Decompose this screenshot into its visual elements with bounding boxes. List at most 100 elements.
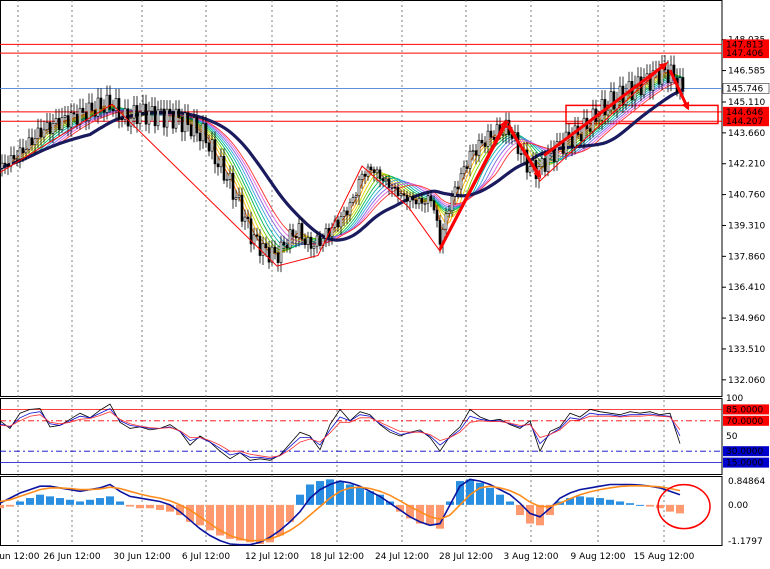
price-y-tick-label: 143.660 [728, 129, 765, 139]
candle-body [414, 199, 418, 205]
candle-body [39, 127, 43, 138]
candle-body [72, 112, 76, 115]
candle-body [168, 108, 172, 113]
candle-body [492, 136, 496, 140]
candle-body [279, 241, 283, 263]
candle-body [582, 117, 586, 141]
candle-body [384, 178, 388, 182]
candle-body [417, 198, 421, 205]
oscillator-panel-frame [0, 398, 723, 475]
macd-histogram-bar [656, 504, 664, 509]
candle-body [180, 117, 184, 133]
candle-body [564, 131, 568, 154]
candle-body [276, 252, 280, 263]
candle-body [273, 246, 277, 254]
price-y-tick-label: 140.760 [728, 191, 765, 201]
candle-body [597, 119, 601, 123]
candle-body [147, 110, 151, 125]
candle-body [264, 243, 268, 248]
chart-window: Jun 12:00 26 Jun 12:00 30 Jun 12:00 6 Jul 1… [0, 0, 770, 565]
price-y-tick-label: 139.310 [728, 221, 765, 231]
candle-body [213, 139, 217, 165]
macd-histogram-bar [156, 504, 164, 510]
candle-body [339, 216, 343, 228]
oscillator-level-label: 15.0000 [726, 459, 763, 469]
candle-body [300, 223, 304, 240]
x-tick-label: 15 Aug 12:00 [634, 552, 695, 562]
candle-body [126, 108, 130, 127]
candle-body [480, 139, 484, 144]
candle-body [156, 109, 160, 127]
candle-body [342, 210, 346, 217]
candle-body [612, 91, 616, 110]
candle-body [438, 220, 442, 245]
candle-body [69, 112, 73, 128]
macd-histogram-bar [146, 504, 154, 509]
candle-body [108, 94, 112, 110]
candle-body [162, 108, 166, 128]
candle-body [381, 178, 385, 182]
macd-histogram-bar [246, 504, 254, 543]
x-tick-label: 6 Jul 12:00 [182, 552, 231, 562]
candle-body [291, 229, 295, 237]
macd-histogram-bar [56, 498, 64, 505]
candle-body [411, 196, 415, 201]
macd-y-tick-label: 0.84864 [728, 477, 765, 487]
chart-svg: Jun 12:00 26 Jun 12:00 30 Jun 12:00 6 Jul 1… [0, 0, 770, 562]
macd-histogram-bar [236, 504, 244, 541]
candle-body [453, 186, 457, 197]
candle-body [3, 162, 7, 165]
candle-body [345, 210, 349, 216]
candle-body [189, 124, 193, 137]
candle-body [6, 164, 10, 167]
macd-histogram-bar [26, 498, 34, 505]
candle-body [216, 163, 220, 168]
candle-body [657, 70, 661, 85]
candle-body [192, 117, 196, 137]
candle-body [285, 244, 289, 249]
macd-histogram-bar [136, 504, 144, 509]
macd-histogram-bar [86, 499, 94, 505]
candle-body [111, 108, 115, 111]
candle-body [588, 128, 592, 132]
candle-body [444, 213, 448, 230]
candle-body [288, 229, 292, 249]
candle-body [318, 235, 322, 246]
trend-arrow [438, 119, 508, 250]
candle-body [435, 209, 439, 221]
macd-histogram-bar [676, 504, 684, 514]
macd-histogram-bar [636, 504, 644, 506]
candle-body [681, 77, 685, 90]
candle-body [207, 142, 211, 152]
level-label: 144.207 [726, 117, 763, 127]
candle-body [36, 127, 40, 140]
macd-histogram-bar [356, 487, 364, 505]
x-tick-label: 9 Aug 12:00 [571, 552, 626, 562]
candle-body [408, 196, 412, 202]
candle-body [12, 155, 16, 160]
candle-body [405, 194, 409, 202]
oscillator-y-tick-label: 100 [726, 394, 743, 404]
price-y-tick-label: 142.210 [728, 160, 765, 170]
macd-histogram-bar [116, 501, 124, 505]
candle-body [303, 238, 307, 245]
candle-body [459, 173, 463, 190]
candle-body [396, 187, 400, 196]
candle-body [141, 103, 145, 113]
candle-body [378, 169, 382, 179]
macd-histogram-bar [616, 501, 624, 505]
macd-histogram-bar [586, 497, 594, 505]
candle-body [369, 166, 373, 170]
candle-body [570, 135, 574, 148]
candle-body [393, 186, 397, 189]
candle-body [225, 179, 229, 181]
x-tick-label: 18 Jul 12:00 [310, 552, 364, 562]
candle-body [42, 129, 46, 138]
candle-body [456, 186, 460, 190]
candle-body [450, 196, 454, 212]
current-price-label: 145.746 [726, 84, 763, 94]
candle-body [183, 112, 187, 133]
candle-body [195, 117, 199, 134]
x-tick-label: 24 Jul 12:00 [375, 552, 429, 562]
candle-body [573, 125, 577, 148]
